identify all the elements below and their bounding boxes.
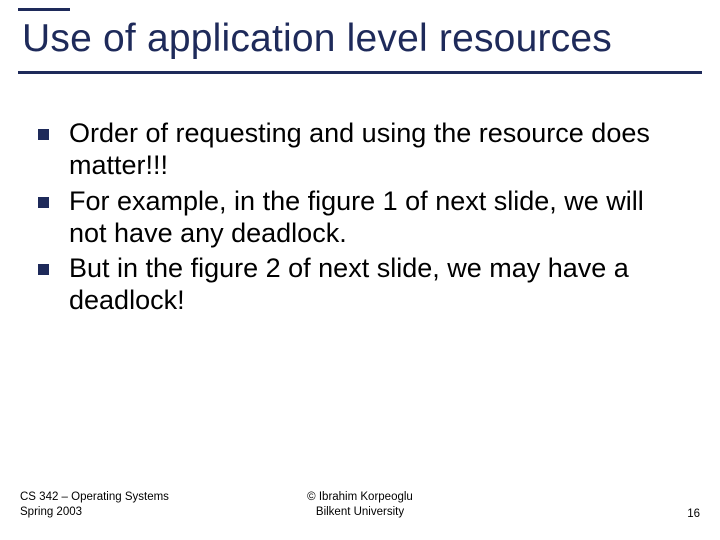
title-block: Use of application level resources bbox=[18, 8, 702, 74]
footer-center: © Ibrahim Korpeoglu Bilkent University bbox=[307, 490, 413, 520]
title-rule-bottom bbox=[18, 71, 702, 74]
list-item: Order of requesting and using the resour… bbox=[38, 118, 678, 182]
bullet-text: For example, in the figure 1 of next sli… bbox=[69, 186, 678, 250]
course-code: CS 342 – Operating Systems bbox=[20, 490, 169, 505]
list-item: But in the figure 2 of next slide, we ma… bbox=[38, 253, 678, 317]
bullet-text: But in the figure 2 of next slide, we ma… bbox=[69, 253, 678, 317]
bullet-text: Order of requesting and using the resour… bbox=[69, 118, 678, 182]
institution: Bilkent University bbox=[307, 505, 413, 520]
content-area: Order of requesting and using the resour… bbox=[38, 118, 678, 321]
square-bullet-icon bbox=[38, 264, 49, 275]
square-bullet-icon bbox=[38, 129, 49, 140]
copyright: © Ibrahim Korpeoglu bbox=[307, 490, 413, 505]
footer: CS 342 – Operating Systems Spring 2003 ©… bbox=[20, 490, 700, 520]
term: Spring 2003 bbox=[20, 505, 169, 520]
footer-left: CS 342 – Operating Systems Spring 2003 bbox=[20, 490, 169, 520]
slide-title: Use of application level resources bbox=[18, 11, 702, 71]
page-number: 16 bbox=[687, 508, 700, 520]
slide: Use of application level resources Order… bbox=[0, 0, 720, 540]
square-bullet-icon bbox=[38, 197, 49, 208]
list-item: For example, in the figure 1 of next sli… bbox=[38, 186, 678, 250]
